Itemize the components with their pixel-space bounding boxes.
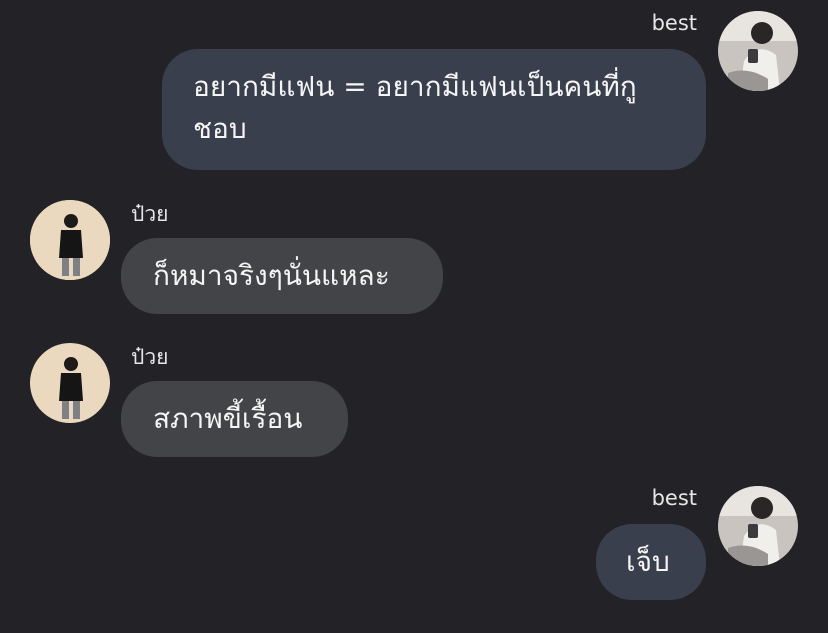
message-incoming: ป๋วย สภาพขี้เรื้อน — [0, 338, 828, 463]
message-outgoing: best เจ็บ — [0, 475, 828, 605]
message-text: อยากมีแฟน = อยากมีแฟนเป็นคนที่กูชอบ — [193, 70, 637, 145]
sender-name: best — [651, 486, 697, 510]
sender-name: ป๋วย — [131, 202, 169, 226]
avatar[interactable] — [30, 343, 110, 423]
message-bubble[interactable]: ก็หมาจริงๆนั่นแหละ — [121, 238, 443, 314]
sender-name: best — [651, 11, 697, 35]
message-bubble[interactable]: เจ็บ — [596, 524, 706, 600]
avatar-photo-icon — [30, 343, 110, 423]
avatar-photo-icon — [718, 486, 798, 566]
avatar-photo-icon — [718, 11, 798, 91]
message-text: เจ็บ — [626, 545, 670, 578]
avatar[interactable] — [718, 486, 798, 566]
message-bubble[interactable]: สภาพขี้เรื้อน — [121, 381, 348, 457]
message-incoming: ป๋วย ก็หมาจริงๆนั่นแหละ — [0, 195, 828, 320]
message-text: สภาพขี้เรื้อน — [153, 402, 303, 435]
message-text: ก็หมาจริงๆนั่นแหละ — [153, 259, 390, 292]
avatar[interactable] — [718, 11, 798, 91]
avatar[interactable] — [30, 200, 110, 280]
sender-name: ป๋วย — [131, 345, 169, 369]
message-outgoing: best อยากมีแฟน = อยากมีแฟนเป็นคนที่กูชอบ — [0, 0, 828, 180]
avatar-photo-icon — [30, 200, 110, 280]
chat-thread: best อยากมีแฟน = อยากมีแฟนเป็นคนที่กูชอบ… — [0, 0, 828, 633]
message-bubble[interactable]: อยากมีแฟน = อยากมีแฟนเป็นคนที่กูชอบ — [162, 49, 706, 170]
